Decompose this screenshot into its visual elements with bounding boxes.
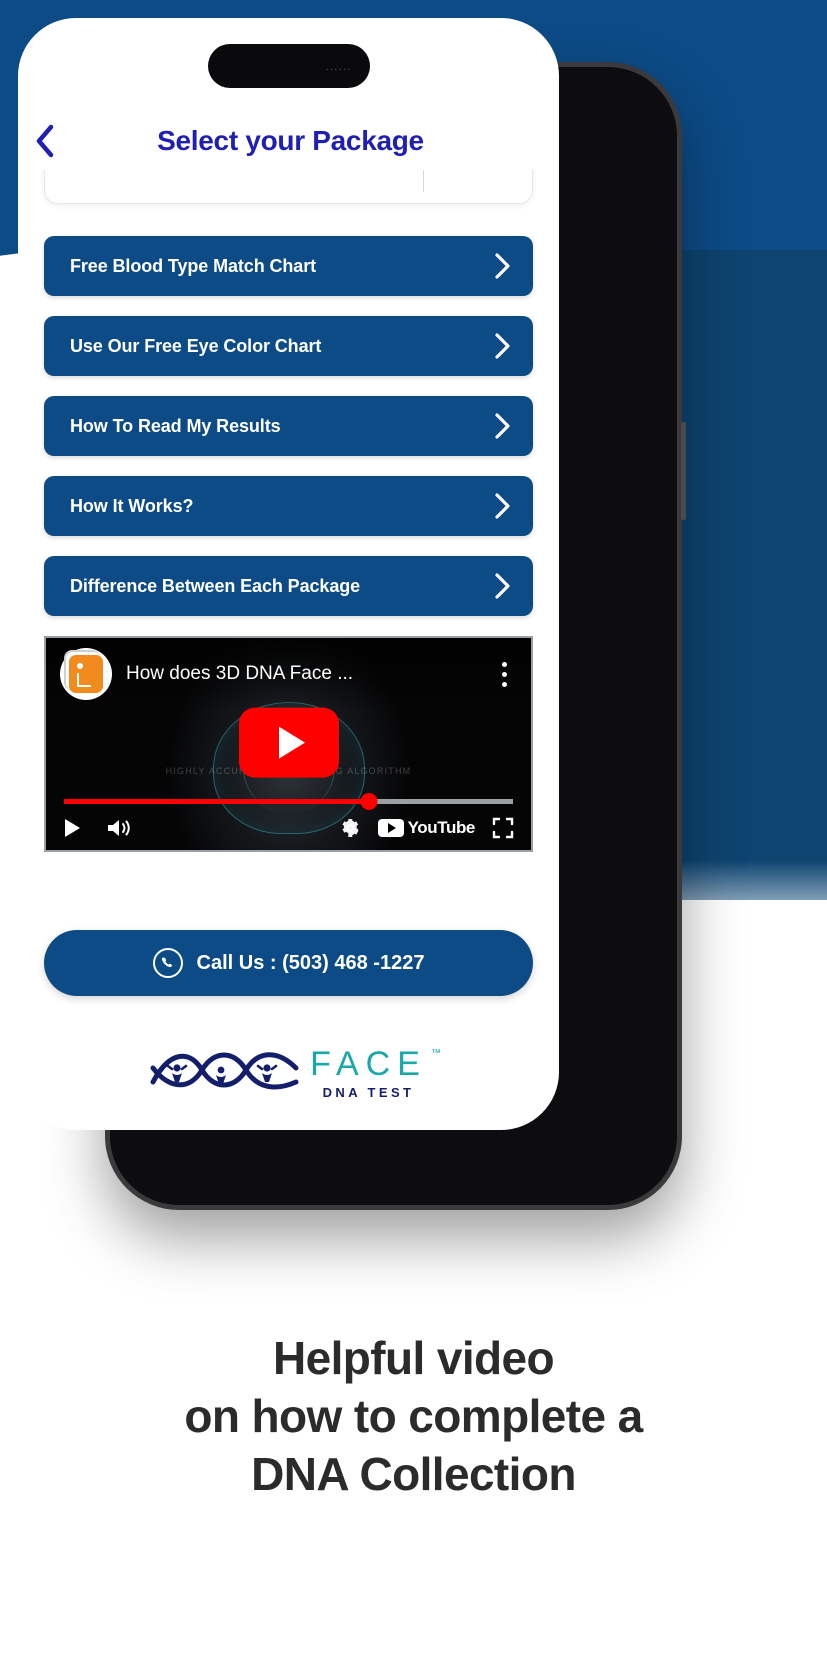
chevron-right-icon (495, 253, 511, 279)
menu-item-use-our-free-eye-color-chart[interactable]: Use Our Free Eye Color Chart (44, 316, 533, 376)
brand-name: FACE ™ (310, 1044, 441, 1083)
gear-icon[interactable] (338, 816, 362, 840)
caption-line-1: Helpful video (272, 1332, 555, 1384)
menu-item-label: Use Our Free Eye Color Chart (70, 335, 322, 356)
caption-line-3: DNA Collection (251, 1447, 576, 1500)
package-row-card[interactable]: Cousin Package $99.00 (44, 168, 533, 204)
menu-item-label: How To Read My Results (70, 415, 281, 436)
page-title: Select your Package (157, 125, 424, 156)
brand-text: FACE ™ DNA TEST (310, 1044, 441, 1100)
menu-item-label: How It Works? (70, 495, 194, 516)
package-divider (423, 168, 424, 192)
brand-logo: FACE ™ DNA TEST (18, 1042, 559, 1103)
call-us-label: Call Us : (503) 468 -1227 (196, 951, 425, 974)
chevron-right-icon (495, 493, 511, 519)
menu-item-free-blood-type-match-chart[interactable]: Free Blood Type Match Chart (44, 236, 533, 296)
menu-item-label: Difference Between Each Package (70, 575, 361, 596)
fullscreen-icon[interactable] (491, 816, 515, 840)
dynamic-island-dots: ...... (325, 59, 352, 73)
app-header: Select your Package (18, 112, 559, 170)
chevron-right-icon (495, 333, 511, 359)
channel-avatar-icon (60, 648, 112, 700)
caption-text: Helpful video on how to complete a DNA C… (0, 1330, 827, 1504)
youtube-video-player[interactable]: How does 3D DNA Face ... HIGHLY ACCURATE… (44, 636, 533, 852)
phone-power-button (681, 422, 686, 520)
kebab-menu-icon[interactable] (491, 661, 517, 687)
video-top-bar: How does 3D DNA Face ... (46, 638, 531, 710)
youtube-brand-logo: YouTube (377, 818, 476, 838)
video-title: How does 3D DNA Face ... (126, 663, 354, 684)
brand-subtitle: DNA TEST (322, 1084, 415, 1100)
menu-item-how-it-works[interactable]: How It Works? (44, 476, 533, 536)
youtube-mark-icon (377, 819, 404, 837)
play-icon[interactable] (62, 817, 82, 839)
back-button[interactable] (18, 124, 72, 158)
menu-list: Free Blood Type Match Chart Use Our Free… (18, 236, 559, 616)
dynamic-island: ...... (207, 44, 370, 88)
menu-item-how-to-read-my-results[interactable]: How To Read My Results (44, 396, 533, 456)
trademark-symbol: ™ (430, 1047, 441, 1059)
youtube-brand-text: YouTube (407, 818, 476, 837)
call-us-button[interactable]: Call Us : (503) 468 -1227 (44, 930, 533, 996)
video-control-bar: YouTube (46, 806, 531, 850)
chevron-right-icon (495, 573, 511, 599)
youtube-play-icon[interactable] (238, 707, 339, 778)
volume-icon[interactable] (106, 817, 132, 839)
menu-item-difference-between-each-package[interactable]: Difference Between Each Package (44, 556, 533, 616)
menu-item-label: Free Blood Type Match Chart (70, 255, 316, 276)
dna-helix-icon (150, 1042, 300, 1103)
chevron-right-icon (495, 413, 511, 439)
phone-screen: ...... Cousin Package $99.00 Free Blood … (18, 18, 559, 1130)
app-content-scroll[interactable]: Cousin Package $99.00 Free Blood Type Ma… (18, 168, 559, 1130)
video-progress-bar[interactable] (64, 793, 513, 810)
caption-line-2: on how to complete a (184, 1389, 643, 1442)
video-progress-played (64, 799, 370, 804)
phone-icon (152, 948, 183, 978)
